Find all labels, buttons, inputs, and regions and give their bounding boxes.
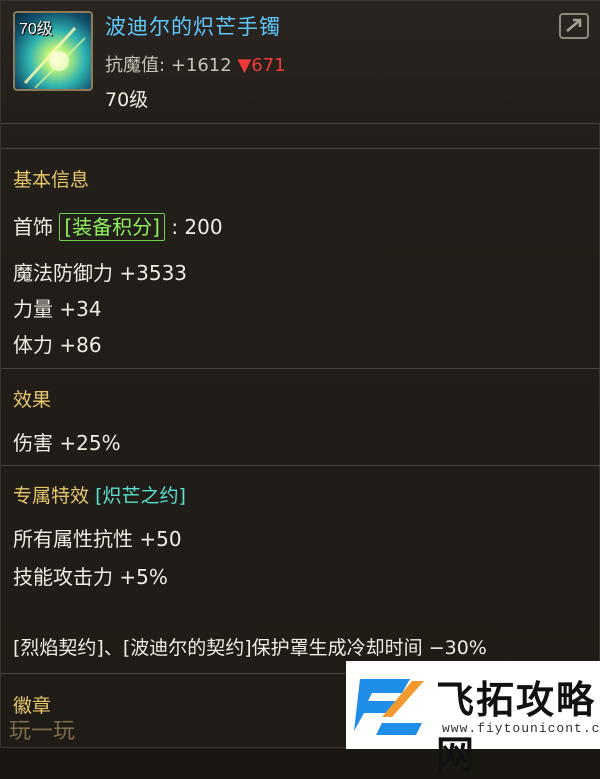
- section-exclusive-title: 专属特效 [炽芒之约]: [13, 481, 186, 508]
- slot-label: 首饰: [13, 215, 53, 239]
- section-effect-title: 效果: [13, 389, 52, 411]
- exclusive-skill-attack: 技能攻击力 +5%: [13, 565, 168, 589]
- magic-resistance-line: 抗魔值: +1612 ▼671: [105, 51, 286, 77]
- equipment-score-tag[interactable]: [装备积分]: [59, 213, 165, 241]
- exclusive-all-resist: 所有属性抗性 +50: [13, 527, 182, 551]
- share-button[interactable]: [559, 13, 589, 39]
- watermark-url: www.fiytounicont.com: [442, 721, 600, 736]
- exclusive-title-label: 专属特效: [13, 485, 90, 507]
- stat-value: +1612: [170, 55, 232, 76]
- stat-magic-defense: 魔法防御力 +3533: [13, 261, 188, 285]
- slot-score-line: 首饰 [装备积分] : 200: [13, 211, 223, 241]
- effect-damage: 伤害 +25%: [13, 431, 121, 455]
- stat-strength: 力量 +34: [13, 297, 102, 321]
- stat-label: 抗魔值:: [105, 55, 166, 76]
- watermark-left-text: 玩一玩: [9, 719, 76, 744]
- item-name: 波迪尔的炽芒手镯: [105, 15, 281, 39]
- section-basic-title: 基本信息: [13, 169, 90, 191]
- bracelet-item-icon: 70级: [13, 11, 93, 91]
- equipment-score-value: : 200: [171, 215, 223, 239]
- watermark-box: 飞拓攻略网 www.fiytounicont.com: [346, 661, 600, 777]
- stat-vitality: 体力 +86: [13, 333, 102, 357]
- share-icon: [566, 18, 582, 32]
- item-tooltip-panel: 70级 波迪尔的炽芒手镯 抗魔值: +1612 ▼671 70级 基本信息 首饰…: [0, 0, 600, 777]
- site-logo-icon: [354, 679, 424, 735]
- stat-down-value: ▼671: [237, 55, 286, 76]
- item-level-badge: 70级: [19, 21, 53, 38]
- divider: [1, 368, 600, 369]
- exclusive-note: [烈焰契约]、[波迪尔的契约]保护罩生成冷却时间 −30%: [13, 637, 487, 659]
- item-header: 70级 波迪尔的炽芒手镯 抗魔值: +1612 ▼671 70级: [1, 1, 600, 124]
- divider: [1, 465, 600, 466]
- item-level: 70级: [105, 89, 149, 111]
- divider: [1, 148, 600, 149]
- exclusive-tag[interactable]: [炽芒之约]: [95, 485, 186, 507]
